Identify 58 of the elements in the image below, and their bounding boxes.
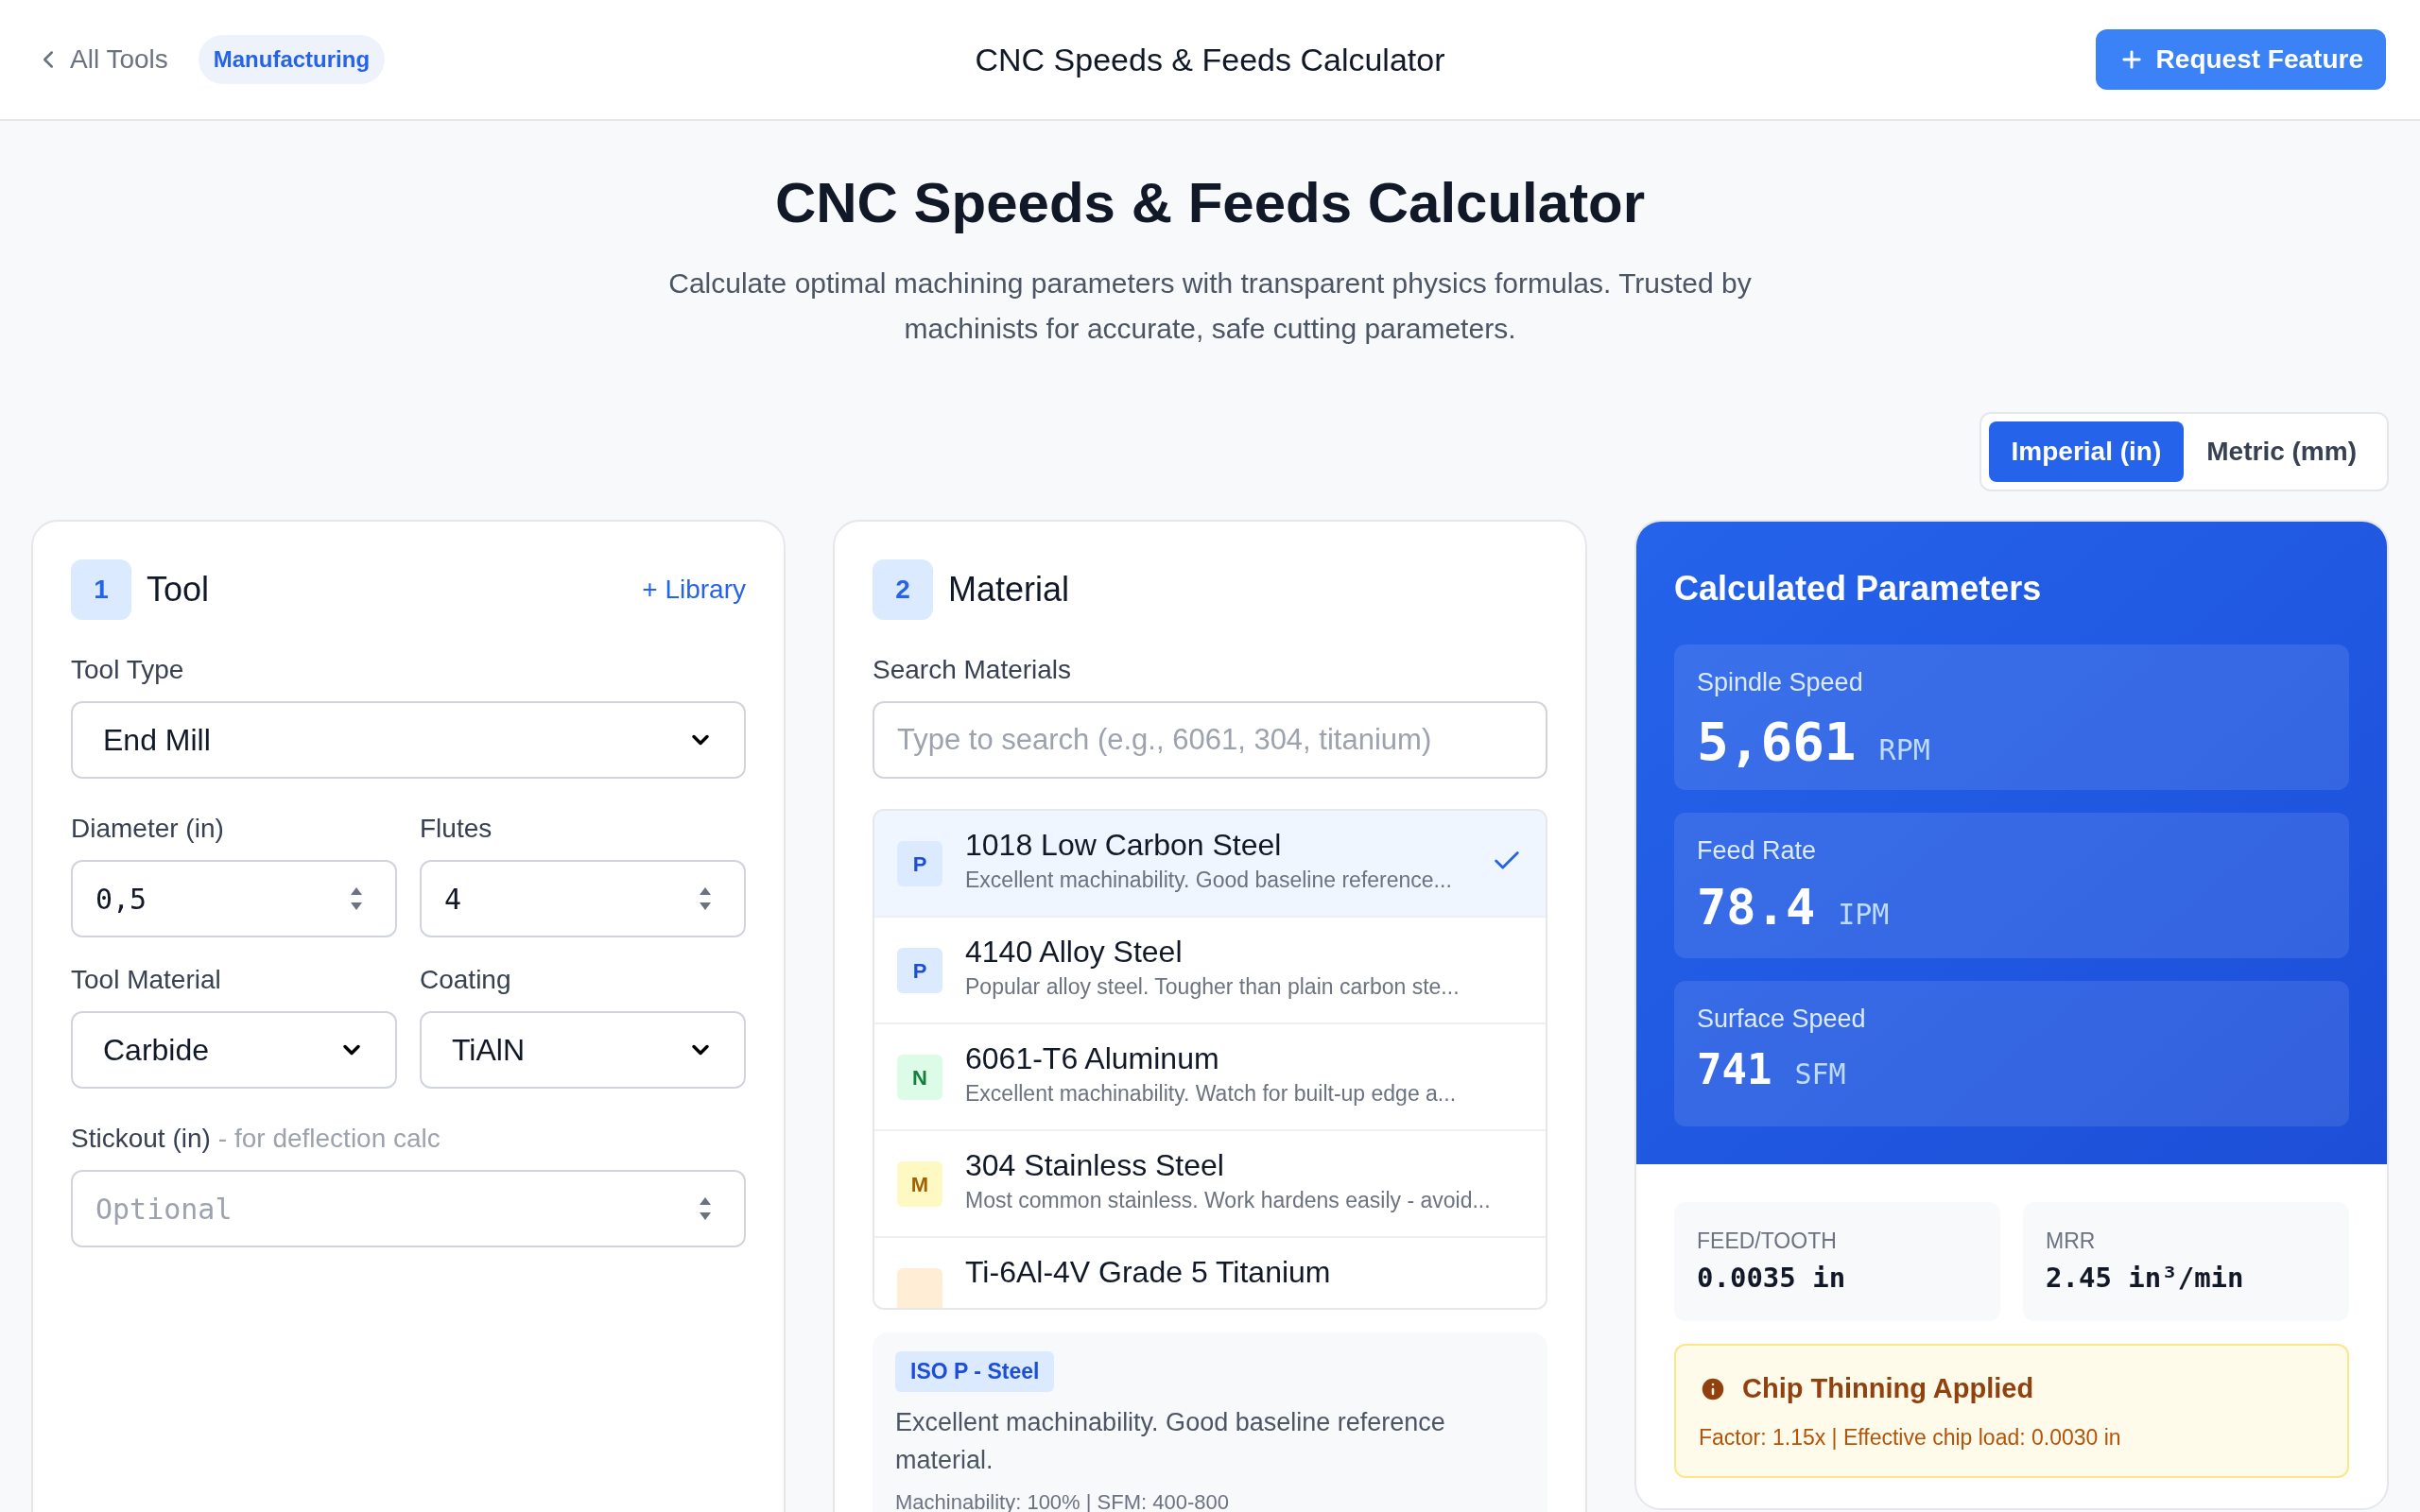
library-link[interactable]: + Library [642,570,746,610]
number-input[interactable]: 4 [420,860,746,937]
metric-label: Spindle Speed [1697,667,1864,698]
material-name: 4140 Alloy Steel [965,934,1184,971]
stat-label: FEED/TOOTH [1697,1228,1838,1255]
material-description: Excellent machinability. Good baseline reference... [965,867,1453,894]
material-name: 6061-T6 Aluminum [965,1040,1220,1077]
search-field[interactable]: Type to search (e.g., 6061, 304, titanium) [873,701,1547,779]
field-label: Coating [420,964,512,996]
stat-label: MRR [2046,1228,2097,1255]
hero-title: CNC Speeds & Feeds Calculator [773,170,1647,236]
metric-unit: RPM [1878,731,1930,768]
page-title: CNC Speeds & Feeds Calculator [975,40,1445,79]
card-title: Material [948,569,1070,610]
select-dropdown[interactable]: End Mill [71,701,746,779]
field-label: Search Materials [873,654,1073,686]
hero-subtitle: Calculate optimal machining parameters with transparent physics formulas. Trusted by machinists for accurate, safe cutting parameters. [667,266,1753,346]
material-name: 304 Stainless Steel [965,1147,1225,1184]
results-title: Calculated Parameters [1674,568,2043,610]
field-label: Tool Material [71,964,222,996]
field-label: Diameter (in) [71,813,225,845]
select-dropdown[interactable]: Carbide [71,1011,397,1089]
material-name: 1018 Low Carbon Steel [965,827,1283,864]
material-description: Excellent machinability. Watch for built-up edge a... [965,1080,1458,1108]
number-input[interactable]: 0,5 [71,860,397,937]
stat-value: 0.0035 in [1697,1260,1847,1296]
back-link[interactable]: All Tools [34,40,168,79]
metric-label: Feed Rate [1697,835,1818,867]
grade-badge: N [897,1055,942,1100]
category-badge: Manufacturing [198,35,386,84]
notice-title: Chip Thinning Applied [1742,1372,2034,1405]
step-number: 2 [873,559,933,620]
material-details-text: Excellent machinability. Good baseline reference material. [895,1406,1446,1476]
metric-unit: IPM [1838,896,1890,933]
metric-value: 741 [1697,1043,1772,1095]
notice-text: Factor: 1.15x | Effective chip load: 0.0030 in [1699,1423,2122,1452]
material-description: Most common stainless. Work hardens easily - avoid... [965,1187,1492,1214]
grade-badge: M [897,1161,942,1207]
select-dropdown[interactable]: TiAlN [420,1011,746,1089]
field-hint: - for deflection calc [217,1123,441,1155]
unit-option[interactable]: Imperial (in) [1988,421,2185,482]
stat-value: 2.45 in³/min [2046,1260,2245,1296]
metric-unit: SFM [1794,1056,1846,1092]
material-description: Popular alloy steel. Tougher than plain carbon ste... [965,973,1461,1001]
grade-badge: P [897,948,942,993]
iso-tag: ISO P - Steel [895,1351,1055,1392]
metric-label: Surface Speed [1697,1004,1867,1035]
request-feature-button[interactable]: Request Feature [2095,29,2386,90]
card-title: Tool [147,569,210,610]
field-label: Stickout (in) [71,1123,211,1155]
metric-value: 5,661 [1697,709,1857,774]
step-number: 1 [71,559,131,620]
grade-badge: P [897,841,942,886]
material-name: Ti-6Al-4V Grade 5 Titanium [965,1254,1332,1291]
field-label: Flutes [420,813,493,845]
material-item[interactable]: P 1018 Low Carbon Steel Excellent machinability. Good baseline reference... [874,811,1546,918]
metric-value: 78.4 [1697,877,1816,937]
field-label: Tool Type [71,654,185,686]
